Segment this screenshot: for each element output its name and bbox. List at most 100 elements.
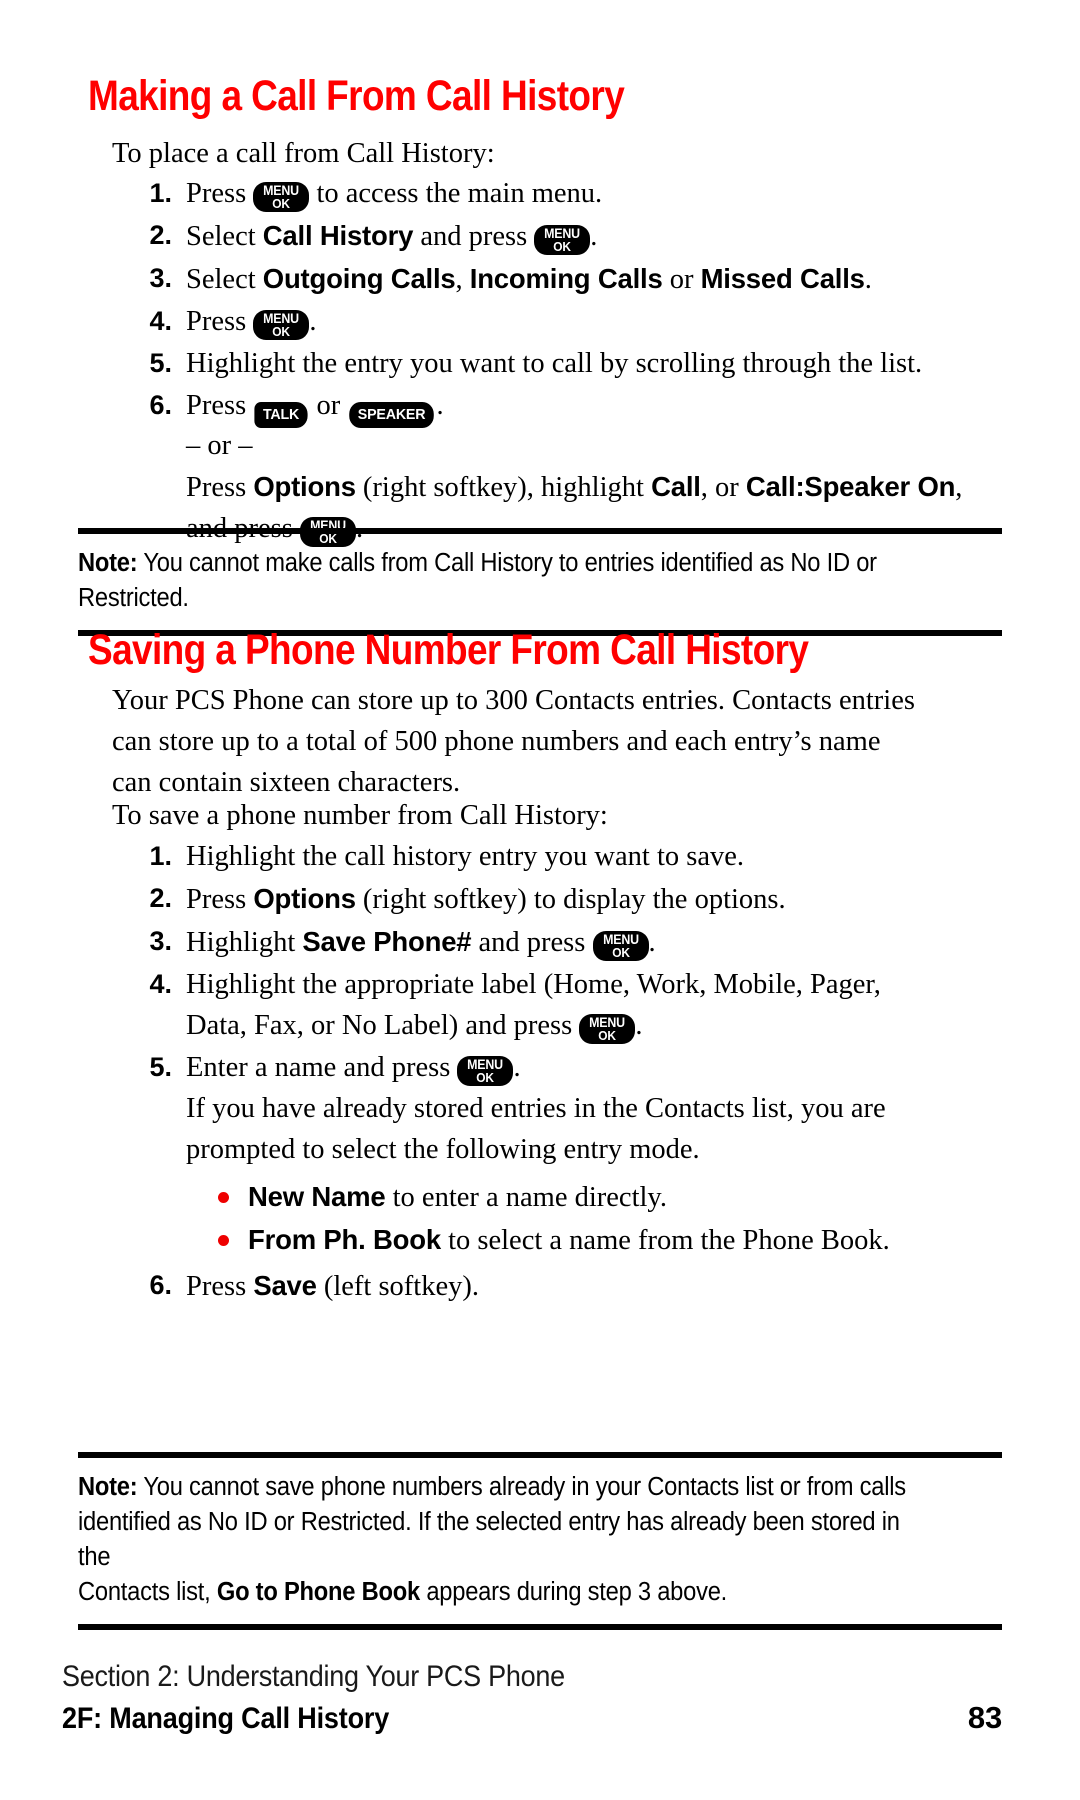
list-item: 5. Enter a name and press MENU OK. If you… — [138, 1047, 1028, 1261]
list-item: 3. Select Outgoing Calls, Incoming Calls… — [138, 258, 1018, 300]
footer-bottom-row: 2F: Managing Call History 83 — [62, 1700, 1002, 1736]
step-number: 6. — [149, 1270, 172, 1300]
keyword-call-speaker-on: Call:Speaker On — [745, 471, 956, 502]
or-divider: – or – — [186, 430, 253, 461]
step-text: Highlight Save Phone# and press MENU OK. — [186, 921, 1028, 963]
step-text-after: . — [513, 1052, 521, 1083]
step-text: Enter a name and press MENU OK. — [186, 1047, 1028, 1088]
step-text-before: Press — [186, 1271, 254, 1302]
step-number: 5. — [149, 1052, 172, 1082]
menu-ok-key-icon: MENU OK — [253, 310, 310, 340]
note-paragraph: Contacts list, Go to Phone Book appears … — [78, 1575, 937, 1610]
keyword-options: Options — [253, 471, 356, 502]
alt-text-b: (right softkey), highlight — [355, 472, 652, 503]
lead-text-saving: To save a phone number from Call History… — [112, 800, 608, 831]
step-text-mid: and press — [413, 221, 535, 252]
menu-ok-key-icon: MENU OK — [457, 1056, 514, 1086]
step-text-after: to access the main menu. — [309, 178, 603, 209]
bullet-text: New Name to enter a name directly. — [248, 1176, 1028, 1218]
note-label: Note: — [78, 1473, 138, 1501]
keyword-save-phone-number: Save Phone# — [302, 926, 472, 957]
steps-list-saving: 1. Highlight the call history entry you … — [138, 836, 1028, 1308]
step-text: Press MENU OK. — [186, 301, 1018, 342]
speaker-key-icon: SPEAKER — [349, 402, 435, 428]
step-text-after: . — [648, 927, 656, 958]
keyword-save: Save — [253, 1270, 317, 1301]
steps-list-making: 1. Press MENU OK to access the main menu.… — [138, 173, 1018, 550]
keyword-missed-calls: Missed Calls — [700, 263, 865, 294]
keyword-call: Call — [651, 471, 701, 502]
note-label: Note: — [78, 549, 138, 577]
menu-key-label-line2: OK — [476, 1070, 495, 1085]
step-text-before: Press — [186, 178, 254, 209]
bullet-text-rest: to select a name from the Phone Book. — [440, 1225, 890, 1256]
step-text-after: . — [309, 306, 317, 337]
step-text-before: Press — [186, 306, 254, 337]
alt-text-a: Press — [186, 472, 254, 503]
bullet-text-rest: to enter a name directly. — [385, 1182, 667, 1213]
page-title-saving-a-phone-number: Saving a Phone Number From Call History — [88, 626, 809, 674]
footer-page-number: 83 — [967, 1700, 1002, 1735]
menu-key-label-line2: OK — [272, 324, 291, 339]
paragraph-line: can store up to a total of 500 phone num… — [112, 726, 881, 757]
step-text-after: . — [436, 390, 444, 421]
step-alt-line-1: Press Options (right softkey), highlight… — [186, 466, 1018, 508]
step-text: Highlight the call history entry you wan… — [186, 841, 745, 872]
list-item: 6. Press Save (left softkey). — [138, 1265, 1028, 1307]
bullet-dot-icon — [218, 1192, 229, 1203]
step-text-mid: and press — [471, 927, 593, 958]
step-text: Press TALK or SPEAKER. — [186, 385, 1018, 428]
step-text-after: (right softkey) to display the options. — [355, 884, 786, 915]
entry-mode-bullet-list: New Name to enter a name directly. From … — [218, 1176, 1028, 1261]
footer-section-label: Section 2: Understanding Your PCS Phone — [62, 1660, 565, 1693]
step-number: 4. — [149, 969, 172, 999]
step-number: 6. — [149, 390, 172, 420]
menu-ok-key-icon: MENU OK — [534, 225, 591, 255]
manual-page: Making a Call From Call History To place… — [0, 0, 1080, 1800]
keyword-call-history: Call History — [262, 220, 414, 251]
step-text-line2-b: . — [635, 1010, 643, 1041]
keyword-outgoing-calls: Outgoing Calls — [262, 263, 456, 294]
note-block-saving: Note: You cannot save phone numbers alre… — [78, 1452, 1002, 1630]
step-number: 1. — [149, 841, 172, 871]
keyword-from-ph-book: From Ph. Book — [248, 1224, 441, 1255]
list-item: New Name to enter a name directly. — [218, 1176, 1028, 1218]
step-text: Press Options (right softkey) to display… — [186, 878, 1028, 920]
step-text-sep1: , — [455, 264, 470, 295]
page-footer: Section 2: Understanding Your PCS Phone … — [62, 1660, 1002, 1736]
list-item: 1. Press MENU OK to access the main menu. — [138, 173, 1018, 214]
keyword-incoming-calls: Incoming Calls — [469, 263, 663, 294]
step-number: 3. — [149, 263, 172, 293]
step-sub-line-1: If you have already stored entries in th… — [186, 1093, 886, 1124]
list-item: 3. Highlight Save Phone# and press MENU O… — [138, 921, 1028, 963]
note-paragraph: identified as No ID or Restricted. If th… — [78, 1505, 937, 1575]
bullet-dot-icon — [218, 1235, 229, 1246]
list-item: 4. Highlight the appropriate label (Home… — [138, 964, 1028, 1046]
page-title-making-a-call: Making a Call From Call History — [88, 72, 625, 120]
menu-key-label-line2: OK — [611, 945, 630, 960]
list-item: 2. Select Call History and press MENU OK. — [138, 215, 1018, 257]
step-text-before: Select — [186, 264, 263, 295]
step-text-after: . — [590, 221, 598, 252]
alt-text-d: , — [955, 472, 963, 503]
talk-key-icon: TALK — [254, 402, 308, 428]
list-item: 6. Press TALK or SPEAKER. – or – Press O… — [138, 385, 1018, 549]
step-text-line2-a: Data, Fax, or No Label) and press — [186, 1010, 580, 1041]
note-text-line1: You cannot save phone numbers already in… — [137, 1473, 906, 1501]
menu-key-label-line2: OK — [598, 1028, 617, 1043]
step-text: Press MENU OK to access the main menu. — [186, 173, 1018, 214]
step-text-sep2: or — [662, 264, 701, 295]
step-number: 3. — [149, 926, 172, 956]
step-text: Select Outgoing Calls, Incoming Calls or… — [186, 258, 1018, 300]
step-text: Select Call History and press MENU OK. — [186, 215, 1018, 257]
menu-ok-key-icon: MENU OK — [592, 931, 649, 961]
step-text-before: Enter a name and press — [186, 1052, 458, 1083]
step-text-before: Press — [186, 884, 254, 915]
step-text-before: Press — [186, 390, 254, 421]
lead-text-making: To place a call from Call History: — [112, 138, 495, 169]
step-text-before: Select — [186, 221, 263, 252]
note-block-making: Note: You cannot make calls from Call Hi… — [78, 528, 1002, 636]
note-text: You cannot make calls from Call History … — [78, 549, 877, 612]
keyword-options: Options — [253, 883, 356, 914]
note-paragraph: Note: You cannot save phone numbers alre… — [78, 1470, 937, 1505]
